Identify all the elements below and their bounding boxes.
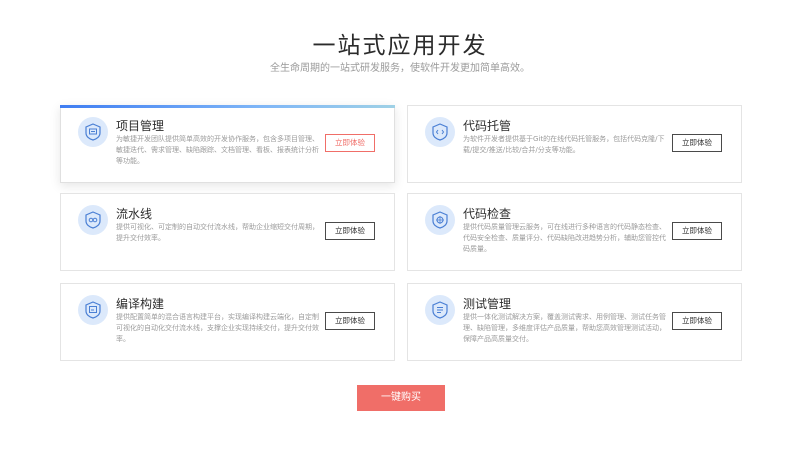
service-card-test-management[interactable]: 测试管理 提供一体化测试解决方案，覆盖测试需求、用例管理、测试任务管理、缺陷管理… — [407, 283, 742, 361]
card-title: 流水线 — [116, 207, 153, 221]
try-now-button[interactable]: 立即体验 — [672, 134, 722, 152]
project-board-icon — [78, 117, 108, 147]
service-card-code-check[interactable]: 代码检查 提供代码质量管理云服务，可在线进行多种语言的代码静态检查、代码安全检查… — [407, 193, 742, 271]
service-card-project-management[interactable]: 项目管理 为敏捷开发团队提供简单高效的开发协作服务，包含多项目管理、敏捷迭代、需… — [60, 105, 395, 183]
try-now-button[interactable]: 立即体验 — [325, 312, 375, 330]
page: 一站式应用开发 全生命周期的一站式研发服务，使软件开发更加简单高效。 项目管理 … — [0, 0, 800, 456]
buy-now-button[interactable]: 一键购买 — [357, 385, 445, 411]
card-description: 为软件开发者提供基于Git的在线代码托管服务，包括代码克隆/下载/提交/推送/比… — [463, 135, 665, 154]
card-title: 项目管理 — [116, 119, 165, 133]
card-description: 提供代码质量管理云服务，可在线进行多种语言的代码静态检查、代码安全检查、质量评分… — [463, 223, 666, 253]
code-shield-icon — [425, 117, 455, 147]
card-title: 代码托管 — [463, 119, 512, 133]
card-title: 测试管理 — [463, 297, 512, 311]
card-description: 为敏捷开发团队提供简单高效的开发协作服务，包含多项目管理、敏捷迭代、需求管理、缺… — [116, 135, 319, 165]
try-now-button[interactable]: 立即体验 — [325, 222, 375, 240]
try-now-button[interactable]: 立即体验 — [672, 312, 722, 330]
test-list-icon — [425, 295, 455, 325]
pipeline-icon — [78, 205, 108, 235]
service-card-code-hosting[interactable]: 代码托管 为软件开发者提供基于Git的在线代码托管服务，包括代码克隆/下载/提交… — [407, 105, 742, 183]
page-title: 一站式应用开发 — [312, 33, 488, 59]
service-card-build[interactable]: 编译构建 提供配置简单的混合语言构建平台，实现编译构建云端化，自定制可视化的自动… — [60, 283, 395, 361]
page-subtitle: 全生命周期的一站式研发服务，使软件开发更加简单高效。 — [270, 63, 530, 74]
card-title: 代码检查 — [463, 207, 512, 221]
card-description: 提供可视化、可定制的自动交付流水线，帮助企业缩短交付周期，提升交付效率。 — [116, 223, 319, 242]
card-description: 提供一体化测试解决方案，覆盖测试需求、用例管理、测试任务管理、缺陷管理，多维度评… — [463, 313, 666, 343]
card-description: 提供配置简单的混合语言构建平台，实现编译构建云端化，自定制可视化的自动化交付流水… — [116, 313, 319, 343]
service-card-pipeline[interactable]: 流水线 提供可视化、可定制的自动交付流水线，帮助企业缩短交付周期，提升交付效率。… — [60, 193, 395, 271]
try-now-button[interactable]: 立即体验 — [672, 222, 722, 240]
try-now-button[interactable]: 立即体验 — [325, 134, 375, 152]
build-monitor-icon — [78, 295, 108, 325]
card-title: 编译构建 — [116, 297, 165, 311]
code-check-icon — [425, 205, 455, 235]
